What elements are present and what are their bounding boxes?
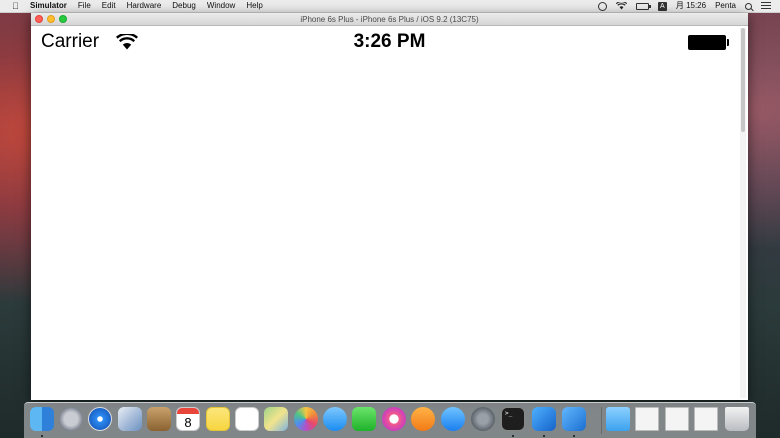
menu-window[interactable]: Window xyxy=(207,0,235,12)
menu-clock[interactable]: 月 15:26 xyxy=(676,0,706,12)
dock: 8 >_ xyxy=(24,402,756,438)
menu-extras: A 月 15:26 Penta xyxy=(597,0,780,12)
instruments-icon[interactable] xyxy=(562,407,586,431)
app-store-icon[interactable] xyxy=(441,407,465,431)
scrollbar-thumb[interactable] xyxy=(741,28,745,132)
xcode-icon[interactable] xyxy=(532,407,556,431)
itunes-icon[interactable] xyxy=(382,407,406,431)
wifi-icon[interactable] xyxy=(615,2,627,10)
time-machine-icon[interactable] xyxy=(597,1,607,11)
screenshot-doc-icon[interactable] xyxy=(635,407,659,431)
ibooks-icon[interactable] xyxy=(411,407,435,431)
facetime-icon[interactable] xyxy=(352,407,376,431)
photos-icon[interactable] xyxy=(294,407,318,431)
simulator-window: iPhone 6s Plus - iPhone 6s Plus / iOS 9.… xyxy=(31,13,748,400)
calendar-icon[interactable]: 8 xyxy=(176,407,200,431)
menu-hardware[interactable]: Hardware xyxy=(127,0,162,12)
menu-bar:  Simulator File Edit Hardware Debug Win… xyxy=(0,0,780,13)
calendar-header xyxy=(177,408,199,414)
maps-icon[interactable] xyxy=(264,407,288,431)
finder-icon[interactable] xyxy=(30,407,54,431)
window-title: iPhone 6s Plus - iPhone 6s Plus / iOS 9.… xyxy=(300,15,479,24)
battery-icon[interactable] xyxy=(635,2,651,10)
menu-file[interactable]: File xyxy=(78,0,91,12)
notes-icon[interactable] xyxy=(206,407,230,431)
calendar-day: 8 xyxy=(184,415,192,430)
menu-help[interactable]: Help xyxy=(246,0,262,12)
reminders-icon[interactable] xyxy=(235,407,259,431)
device-screen[interactable]: Carrier 3:26 PM xyxy=(31,26,748,400)
status-time: 3:26 PM xyxy=(353,31,426,52)
device-battery-icon xyxy=(688,35,729,50)
apple-menu-icon[interactable]:  xyxy=(12,1,20,11)
menu-debug[interactable]: Debug xyxy=(172,0,196,12)
contacts-icon[interactable] xyxy=(147,407,171,431)
terminal-prompt-glyph: >_ xyxy=(505,410,513,417)
running-indicator xyxy=(512,435,514,437)
running-indicator xyxy=(573,435,575,437)
dock-separator xyxy=(601,407,602,434)
window-titlebar[interactable]: iPhone 6s Plus - iPhone 6s Plus / iOS 9.… xyxy=(31,13,748,26)
messages-icon[interactable] xyxy=(323,407,347,431)
trash-icon[interactable] xyxy=(725,407,749,431)
screenshot-doc-icon-2[interactable] xyxy=(665,407,689,431)
vertical-scrollbar[interactable] xyxy=(740,28,746,398)
terminal-icon[interactable]: >_ xyxy=(501,407,525,431)
running-indicator xyxy=(41,435,43,437)
notification-center-icon[interactable] xyxy=(761,2,771,10)
menu-user[interactable]: Penta xyxy=(715,0,736,12)
launchpad-icon[interactable] xyxy=(59,407,83,431)
ios-status-bar: Carrier 3:26 PM xyxy=(31,26,748,54)
safari-icon[interactable] xyxy=(88,407,112,431)
system-preferences-icon[interactable] xyxy=(471,407,495,431)
menu-edit[interactable]: Edit xyxy=(102,0,116,12)
downloads-folder-icon[interactable] xyxy=(606,407,630,431)
screenshot-doc-icon-3[interactable] xyxy=(694,407,718,431)
mail-icon[interactable] xyxy=(118,407,142,431)
running-indicator xyxy=(543,435,545,437)
input-source-icon[interactable]: A xyxy=(657,1,667,11)
spotlight-search-icon[interactable] xyxy=(745,2,752,10)
menu-app-simulator[interactable]: Simulator xyxy=(30,0,67,12)
